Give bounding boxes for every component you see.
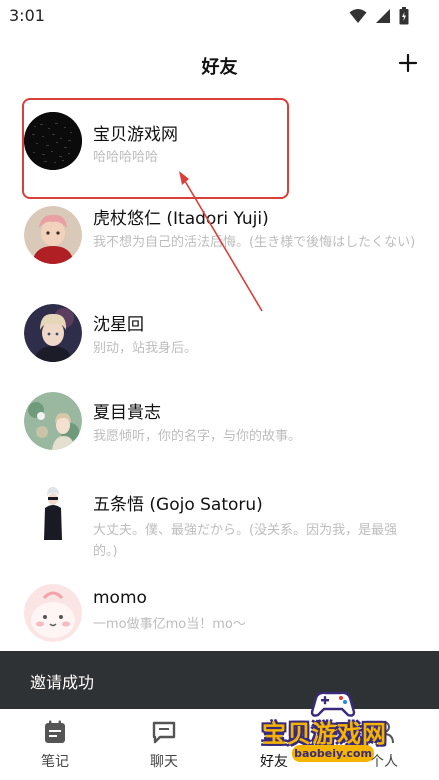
friend-name: 五条悟 (Gojo Satoru)	[93, 495, 263, 515]
friend-message: 别动，站我身后。	[93, 341, 198, 356]
friend-name: momo	[93, 588, 147, 608]
gojo-avatar	[24, 482, 82, 540]
nav-label: 笔记	[41, 754, 69, 770]
nav-label: 聊天	[150, 754, 178, 770]
natsume-avatar	[24, 392, 82, 450]
friend-name: 沈星回	[93, 315, 144, 335]
friend-message: 大丈夫。僕、最強だから。(没关系。因为我，是最强的。)	[93, 523, 398, 559]
friend-item[interactable]: 五条悟 (Gojo Satoru) 大丈夫。僕、最強だから。(没关系。因为我，是…	[0, 476, 439, 562]
add-friend-button[interactable]	[397, 52, 419, 74]
chat-icon	[152, 721, 176, 744]
watermark-text: 宝贝游戏网	[262, 720, 387, 748]
wifi-icon	[349, 9, 367, 23]
status-time: 3:01	[9, 6, 45, 25]
friend-name: 夏目貴志	[93, 403, 161, 423]
notes-icon	[45, 720, 65, 743]
friend-item[interactable]: 虎杖悠仁 (Itadori Yuji) 我不想为自己的活法后悔。(生き様で後悔は…	[0, 200, 439, 280]
plus-icon	[398, 53, 418, 73]
friend-item[interactable]: 沈星回 别动，站我身后。	[0, 298, 439, 372]
toast-text: 邀请成功	[30, 673, 95, 692]
status-icons	[349, 7, 409, 25]
itadori-avatar	[24, 206, 82, 264]
battery-icon	[399, 7, 409, 25]
watermark-url: baobeiy.com	[292, 745, 374, 762]
header: 好友	[0, 42, 439, 88]
nav-item-chat[interactable]: 聊天	[119, 709, 209, 780]
status-bar: 3:01	[0, 0, 439, 32]
friend-message: 我愿倾听，你的名字，与你的故事。	[93, 429, 302, 444]
friend-message: 我不想为自己的活法后悔。(生き様で後悔はしたくない)	[93, 235, 416, 250]
shen-xinghui-avatar	[24, 304, 82, 362]
friend-item[interactable]: 夏目貴志 我愿倾听，你的名字，与你的故事。	[0, 386, 439, 460]
friend-name: 虎杖悠仁 (Itadori Yuji)	[93, 209, 269, 229]
signal-icon	[376, 9, 390, 23]
momo-avatar	[24, 584, 82, 642]
highlight-box	[22, 98, 289, 199]
watermark: 宝贝游戏网 baobeiy.com	[258, 686, 408, 778]
nav-item-notes[interactable]: 笔记	[10, 709, 100, 780]
page-title: 好友	[201, 57, 238, 78]
friend-message: 一mo做事亿mo当！mo～	[93, 617, 246, 632]
friend-item[interactable]: momo 一mo做事亿mo当！mo～	[0, 584, 439, 650]
